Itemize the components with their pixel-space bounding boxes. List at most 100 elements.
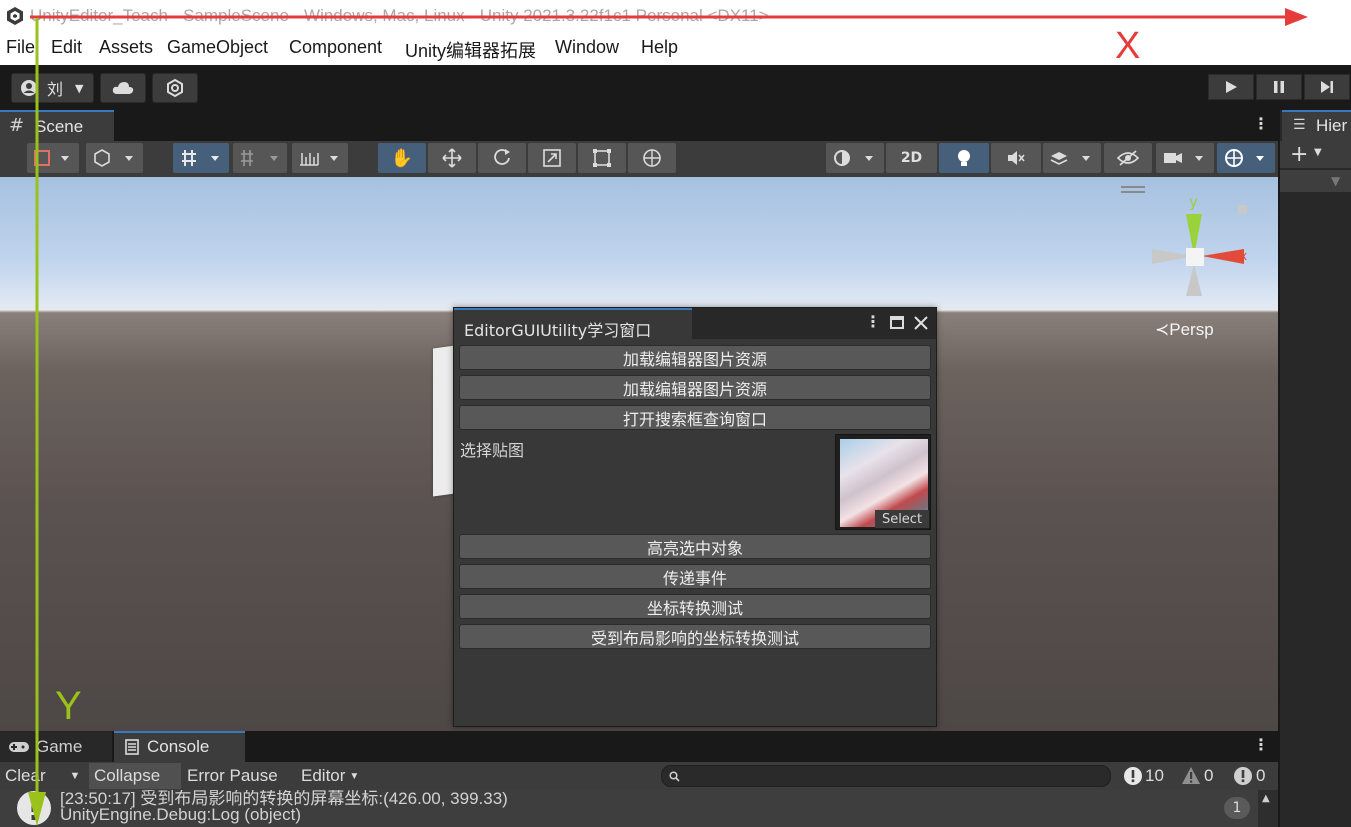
- menu-window[interactable]: Window: [555, 37, 619, 58]
- warning-count-toggle[interactable]: 0: [1176, 763, 1224, 789]
- load-editor-image-button[interactable]: 加载编辑器图片资源: [459, 345, 931, 370]
- pause-icon: [1274, 81, 1284, 93]
- sphere-icon: [834, 150, 873, 166]
- log-stacktrace: UnityEngine.Debug:Log (object): [60, 805, 301, 824]
- camera-icon: [1164, 153, 1203, 163]
- tab-game[interactable]: Game: [0, 731, 112, 762]
- chevron-down-icon[interactable]: ▼: [1314, 147, 1322, 158]
- maximize-icon[interactable]: [890, 316, 904, 329]
- y-axis-label: Y: [55, 684, 82, 728]
- main-toolbar: 刘 ▼: [0, 65, 1351, 110]
- console-scrollbar[interactable]: ▲: [1258, 790, 1278, 827]
- editor-target-dropdown[interactable]: Editor ▼: [296, 763, 372, 789]
- highlight-object-button[interactable]: 高亮选中对象: [459, 534, 931, 559]
- hierarchy-tab-label: Hier: [1316, 116, 1348, 135]
- menu-gameobject[interactable]: GameObject: [167, 37, 268, 58]
- send-event-button[interactable]: 传递事件: [459, 564, 931, 589]
- hand-tool-button[interactable]: ✋: [378, 143, 426, 173]
- clear-options-dropdown[interactable]: ▼: [63, 763, 87, 789]
- texture-object-field[interactable]: Select: [835, 434, 931, 530]
- hierarchy-scene-row[interactable]: ▼: [1280, 170, 1351, 192]
- tab-editor-gui-utility[interactable]: EditorGUIUtility学习窗口: [454, 308, 692, 340]
- unity-logo-icon: [7, 7, 23, 25]
- rect-tool-button[interactable]: [578, 143, 626, 173]
- collab-button[interactable]: [152, 73, 198, 103]
- pause-button[interactable]: [1256, 74, 1302, 100]
- gizmo-y-label: y: [1189, 193, 1198, 211]
- play-button[interactable]: [1208, 74, 1254, 100]
- scene-more-icon[interactable]: ⋮: [1253, 114, 1269, 133]
- error-pause-toggle[interactable]: Error Pause: [182, 763, 294, 789]
- chevron-up-icon[interactable]: ▲: [1262, 793, 1270, 804]
- toggle-2d-button[interactable]: 2D: [886, 143, 937, 173]
- orientation-gizmo[interactable]: y x: [1140, 192, 1260, 312]
- cloud-button[interactable]: [100, 73, 146, 103]
- search-icon: [669, 771, 680, 782]
- transform-icon: [643, 149, 661, 167]
- lighting-toggle[interactable]: [939, 143, 989, 173]
- grid-hash-icon: #: [9, 115, 25, 136]
- console-toolbar: Clear ▼ Collapse Error Pause Editor ▼ 10…: [0, 762, 1278, 790]
- increment-snap-dropdown[interactable]: [233, 143, 287, 173]
- rotate-tool-button[interactable]: [478, 143, 526, 173]
- chevron-down-icon: ▼: [75, 81, 84, 95]
- gizmo-shading-dropdown[interactable]: [826, 143, 884, 173]
- console-more-icon[interactable]: ⋮: [1253, 735, 1269, 754]
- menu-help[interactable]: Help: [641, 37, 678, 58]
- account-dropdown[interactable]: 刘 ▼: [11, 73, 94, 103]
- y-axis-arrow: [28, 18, 46, 826]
- chevron-down-icon: ▼: [349, 770, 360, 782]
- scale-icon: [543, 149, 561, 167]
- audio-toggle[interactable]: [991, 143, 1041, 173]
- chevron-down-icon[interactable]: ▼: [1331, 174, 1340, 188]
- transform-tool-button[interactable]: [628, 143, 676, 173]
- console-tab-label: Console: [147, 737, 210, 756]
- hidden-objects-toggle[interactable]: [1104, 143, 1152, 173]
- add-icon[interactable]: +: [1290, 142, 1308, 167]
- step-button[interactable]: [1304, 74, 1350, 100]
- menu-assets[interactable]: Assets: [99, 37, 153, 58]
- open-search-window-button[interactable]: 打开搜索框查询窗口: [459, 405, 931, 430]
- cube-icon: [93, 149, 133, 167]
- close-icon[interactable]: [914, 316, 928, 330]
- gizmos-icon: [1225, 149, 1264, 167]
- shading-dropdown[interactable]: [86, 143, 143, 173]
- grid-snapping-toggle[interactable]: [173, 143, 229, 173]
- menu-edit[interactable]: Edit: [51, 37, 82, 58]
- log-text-clip: [23:50:17] 受到布局影响的转换的屏幕坐标:(426.00, 399.3…: [60, 790, 1220, 827]
- window-menu-icon[interactable]: ⋮: [865, 312, 881, 331]
- texture-select-button[interactable]: Select: [875, 510, 929, 528]
- tab-hierarchy[interactable]: ☰ Hier: [1282, 110, 1351, 141]
- effects-dropdown[interactable]: [1043, 143, 1101, 173]
- gizmos-dropdown[interactable]: [1217, 143, 1275, 173]
- move-icon: [442, 148, 462, 168]
- tab-scene[interactable]: # Scene: [0, 110, 114, 141]
- tab-console[interactable]: Console: [114, 731, 245, 762]
- console-search-input[interactable]: [661, 765, 1111, 787]
- editor-target-label: Editor: [301, 766, 346, 785]
- error-count-toggle[interactable]: 0: [1228, 763, 1276, 789]
- select-texture-label: 选择贴图: [460, 441, 525, 460]
- menu-component[interactable]: Component: [289, 37, 382, 58]
- perspective-label[interactable]: ≺Persp: [1155, 320, 1214, 340]
- hierarchy-toolbar: + ▼: [1280, 141, 1351, 168]
- scene-tab-bar: [0, 110, 1278, 141]
- coord-convert-test-button[interactable]: 坐标转换测试: [459, 594, 931, 619]
- info-icon: [1124, 767, 1142, 785]
- play-icon: [1226, 81, 1237, 93]
- lock-icon[interactable]: [1238, 205, 1247, 214]
- scale-tool-button[interactable]: [528, 143, 576, 173]
- warning-count: 0: [1204, 766, 1214, 785]
- info-count-toggle[interactable]: 10: [1118, 763, 1172, 789]
- layout-coord-convert-test-button[interactable]: 受到布局影响的坐标转换测试: [459, 624, 931, 649]
- ruler-dropdown[interactable]: [292, 143, 348, 173]
- move-tool-button[interactable]: [428, 143, 476, 173]
- collab-icon: [167, 78, 183, 98]
- collapse-toggle[interactable]: Collapse: [89, 763, 181, 789]
- snap-increment-icon: [241, 150, 278, 166]
- menu-unity-editor-extension[interactable]: Unity编辑器拓展: [405, 37, 536, 63]
- load-editor-image-button-2[interactable]: 加载编辑器图片资源: [459, 375, 931, 400]
- scene-toolbar: ✋ 2D: [0, 141, 1278, 177]
- rect-icon: [593, 149, 611, 167]
- camera-dropdown[interactable]: [1156, 143, 1214, 173]
